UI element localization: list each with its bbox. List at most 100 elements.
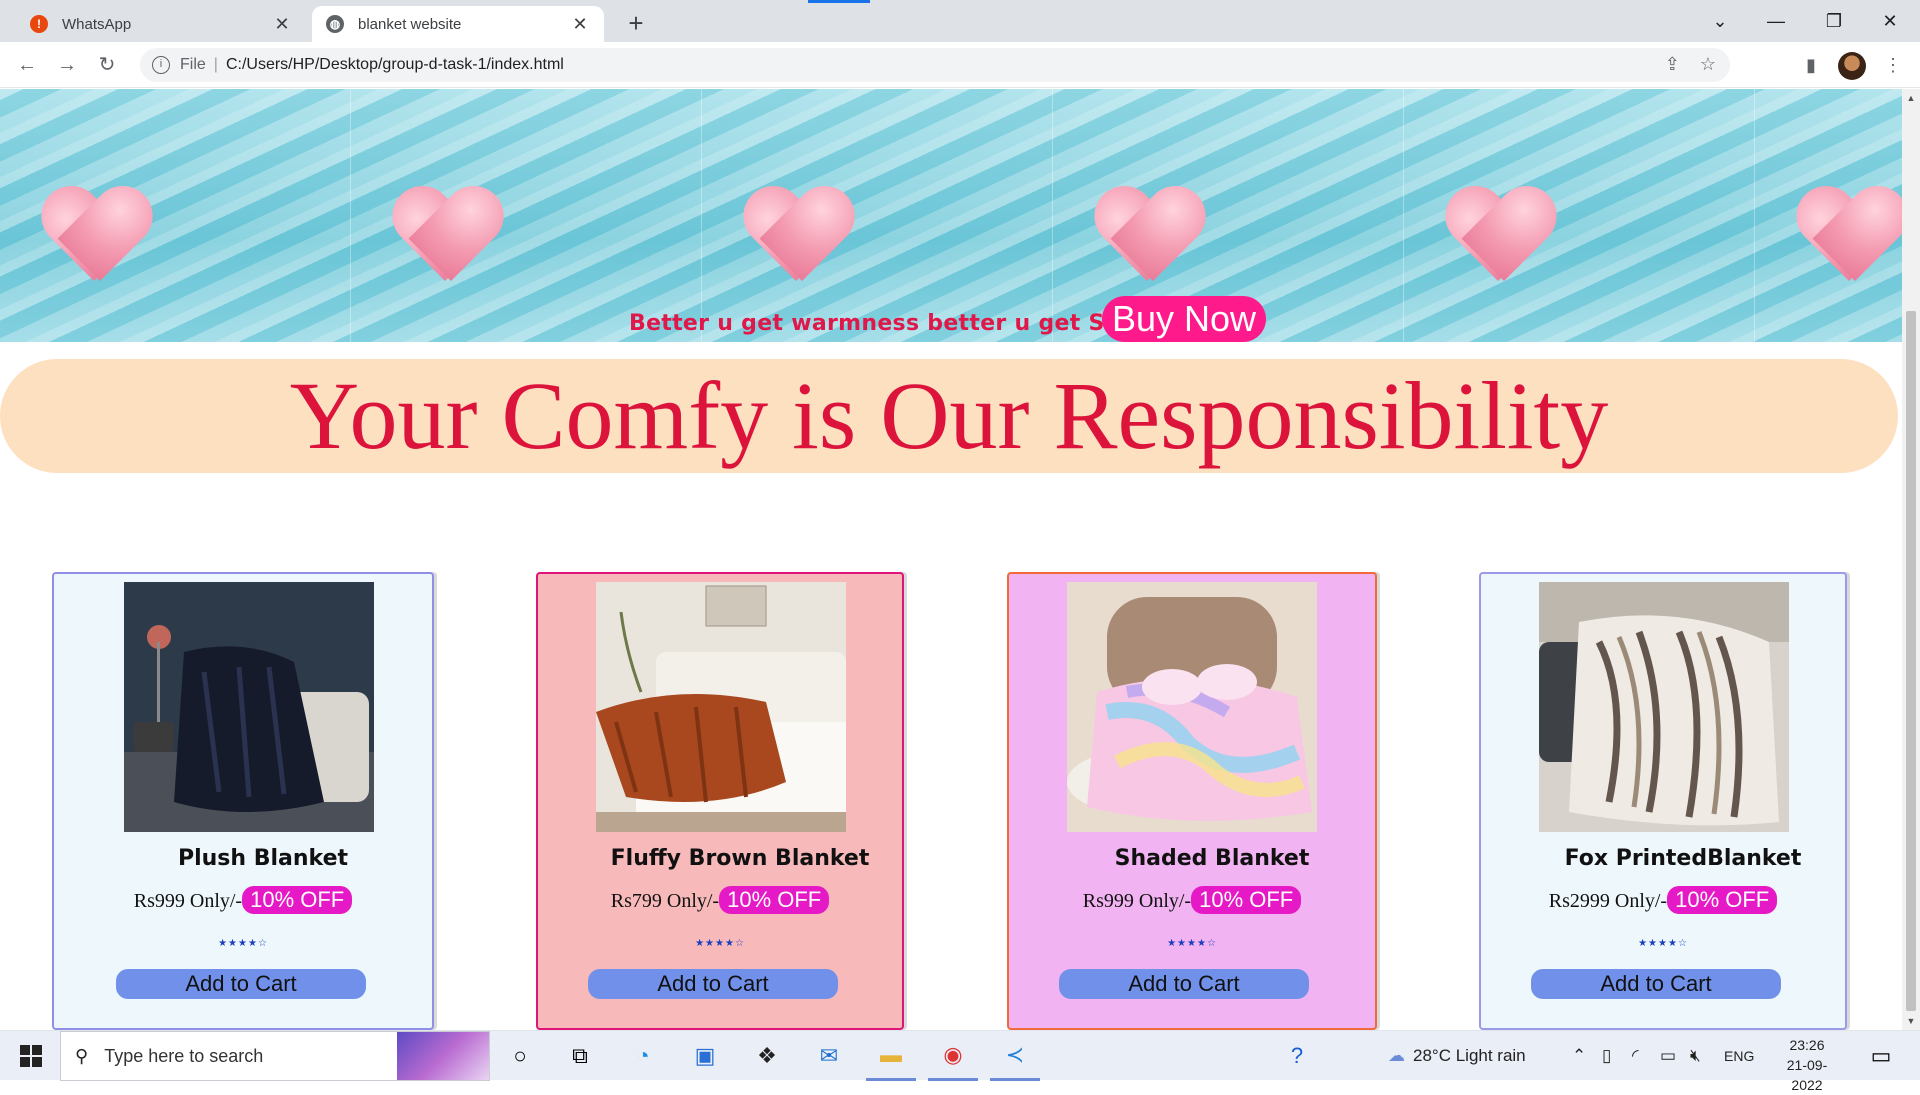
scroll-down-icon[interactable]: ▼ — [1902, 1016, 1920, 1026]
clock-time: 23:26 — [1789, 1037, 1825, 1053]
scroll-up-icon[interactable]: ▲ — [1902, 93, 1920, 103]
share-icon[interactable]: ⇪ — [1665, 54, 1680, 75]
browser-toolbar: ← → ↻ i File | C:/Users/HP/Desktop/group… — [0, 42, 1920, 88]
product-name: Shaded Blanket — [1114, 846, 1310, 871]
add-to-cart-button[interactable]: Add to Cart — [116, 969, 366, 999]
new-tab-button[interactable]: + — [620, 8, 652, 40]
menu-kebab-icon[interactable]: ⋮ — [1878, 50, 1908, 80]
cloud-rain-icon: ☁ — [1388, 1046, 1405, 1065]
battery-icon[interactable]: ▭ — [1660, 1031, 1676, 1081]
tab-search-icon[interactable]: ⌄ — [1700, 6, 1740, 36]
banner-tile — [0, 89, 351, 342]
discount-badge: 10% OFF — [242, 886, 353, 914]
back-icon[interactable]: ← — [12, 50, 42, 80]
banner-tile — [351, 89, 702, 342]
wifi-icon[interactable]: ◜ — [1632, 1031, 1639, 1081]
discount-badge: 10% OFF — [1667, 886, 1778, 914]
alert-icon: ! — [30, 15, 48, 33]
add-to-cart-button[interactable]: Add to Cart — [588, 969, 838, 999]
product-name: Fluffy Brown Blanket — [610, 846, 870, 871]
clock-date: 21-09-2022 — [1786, 1057, 1828, 1093]
tab-title: blanket website — [358, 15, 462, 33]
product-card: Fluffy Brown Blanket Rs799 Only/- 10% OFF… — [536, 572, 904, 1030]
cortana-icon[interactable]: ○ — [495, 1031, 545, 1081]
close-tab-icon[interactable]: ✕ — [272, 14, 292, 35]
rating-stars-icon: ★★★★☆ — [1638, 938, 1688, 949]
close-window-button[interactable]: ✕ — [1870, 6, 1910, 36]
add-to-cart-button[interactable]: Add to Cart — [1059, 969, 1309, 999]
rating-stars-icon: ★★★★☆ — [695, 938, 745, 949]
search-icon: ⚲ — [75, 1045, 89, 1066]
tab-whatsapp[interactable]: ! WhatsApp ✕ — [16, 6, 306, 42]
url-separator: | — [213, 56, 218, 73]
weather-widget[interactable]: ☁ 28°C Light rain — [1388, 1031, 1526, 1081]
product-price: Rs2999 Only/- — [1548, 890, 1668, 912]
heart-image — [742, 189, 850, 285]
banner-tile — [702, 89, 1053, 342]
restore-button[interactable]: ❐ — [1814, 6, 1854, 36]
weather-text: 28°C Light rain — [1413, 1046, 1526, 1065]
product-price-row: Rs999 Only/- 10% OFF — [1009, 886, 1375, 914]
minimize-button[interactable]: — — [1756, 6, 1796, 36]
banner-tile — [1404, 89, 1755, 342]
page-viewport: Better u get warmness better u get Sleep… — [0, 89, 1902, 1030]
volume-muted-icon[interactable]: 🔇︎ — [1690, 1031, 1701, 1081]
info-icon[interactable]: i — [152, 56, 170, 74]
heart-image — [391, 189, 499, 285]
taskbar-search-input[interactable]: ⚲ Type here to search — [60, 1031, 490, 1081]
product-image-fluffy-brown-blanket — [596, 582, 846, 832]
vscode-icon[interactable]: ≺ — [990, 1031, 1040, 1081]
profile-avatar[interactable] — [1838, 52, 1866, 80]
product-card: Shaded Blanket Rs999 Only/- 10% OFF ★★★★☆… — [1007, 572, 1377, 1030]
tray-chevron-icon[interactable]: ⌃ — [1572, 1031, 1586, 1081]
heart-image — [1795, 189, 1902, 285]
chrome-icon[interactable]: ◉ — [928, 1031, 978, 1081]
windows-start-icon[interactable] — [6, 1031, 56, 1081]
product-image-shaded-blanket — [1067, 582, 1317, 832]
forward-icon[interactable]: → — [52, 50, 82, 80]
notifications-icon[interactable]: ▭ — [1856, 1031, 1906, 1081]
rating-stars-icon: ★★★★☆ — [218, 938, 268, 949]
close-tab-icon[interactable]: ✕ — [570, 14, 590, 35]
store-icon[interactable]: ▣ — [680, 1031, 730, 1081]
globe-icon: ◍ — [326, 15, 344, 33]
edge-icon[interactable]: ◔ — [618, 1031, 668, 1081]
product-price-row: Rs2999 Only/- 10% OFF — [1481, 886, 1845, 914]
banner-tile — [1755, 89, 1902, 342]
scrollbar-thumb[interactable] — [1906, 311, 1916, 1011]
windows-taskbar: ⚲ Type here to search ○ ⧉ ◔ ▣ ❖ ✉ ▬ ◉ ≺ … — [0, 1030, 1920, 1093]
product-card: Plush Blanket Rs999 Only/- 10% OFF ★★★★☆ … — [52, 572, 434, 1030]
product-name: Plush Blanket — [177, 846, 349, 871]
bookmark-star-icon[interactable]: ☆ — [1700, 54, 1716, 75]
url-text[interactable]: C:/Users/HP/Desktop/group-d-task-1/index… — [226, 56, 564, 74]
side-panel-icon[interactable]: ▮ — [1796, 50, 1826, 80]
page-scrollbar[interactable]: ▲ ▼ — [1902, 89, 1920, 1030]
file-explorer-icon[interactable]: ▬ — [866, 1031, 916, 1081]
tab-title: WhatsApp — [62, 15, 132, 33]
hero-banner: Better u get warmness better u get Sleep… — [0, 89, 1902, 342]
taskbar-clock[interactable]: 23:26 21-09-2022 — [1772, 1035, 1842, 1095]
reload-icon[interactable]: ↻ — [92, 50, 122, 80]
help-icon[interactable]: ? — [1272, 1031, 1322, 1081]
product-image-plush-blanket — [124, 582, 374, 832]
tab-blanket-website[interactable]: ◍ blanket website ✕ — [312, 6, 604, 42]
tab-loading-indicator — [808, 0, 870, 3]
rating-stars-icon: ★★★★☆ — [1167, 938, 1217, 949]
task-view-icon[interactable]: ⧉ — [555, 1031, 605, 1081]
meet-icon[interactable]: ▯ — [1602, 1031, 1611, 1081]
address-bar[interactable]: i File | C:/Users/HP/Desktop/group-d-tas… — [140, 48, 1730, 82]
dropbox-icon[interactable]: ❖ — [742, 1031, 792, 1081]
page-slogan: Your Comfy is Our Responsibility — [0, 359, 1898, 473]
product-price-row: Rs999 Only/- 10% OFF — [54, 886, 432, 914]
url-scheme: File — [180, 56, 206, 73]
product-card: Fox PrintedBlanket Rs2999 Only/- 10% OFF … — [1479, 572, 1847, 1030]
tab-strip: ! WhatsApp ✕ ◍ blanket website ✕ + ⌄ — ❐… — [0, 0, 1920, 42]
add-to-cart-button[interactable]: Add to Cart — [1531, 969, 1781, 999]
product-price: Rs799 Only/- — [610, 890, 720, 912]
mail-icon[interactable]: ✉ — [804, 1031, 854, 1081]
product-price-row: Rs799 Only/- 10% OFF — [538, 886, 902, 914]
discount-badge: 10% OFF — [1191, 886, 1302, 914]
buy-now-button[interactable]: Buy Now — [1102, 296, 1267, 342]
language-indicator[interactable]: ENG — [1724, 1031, 1754, 1081]
search-highlight-image — [397, 1032, 489, 1080]
